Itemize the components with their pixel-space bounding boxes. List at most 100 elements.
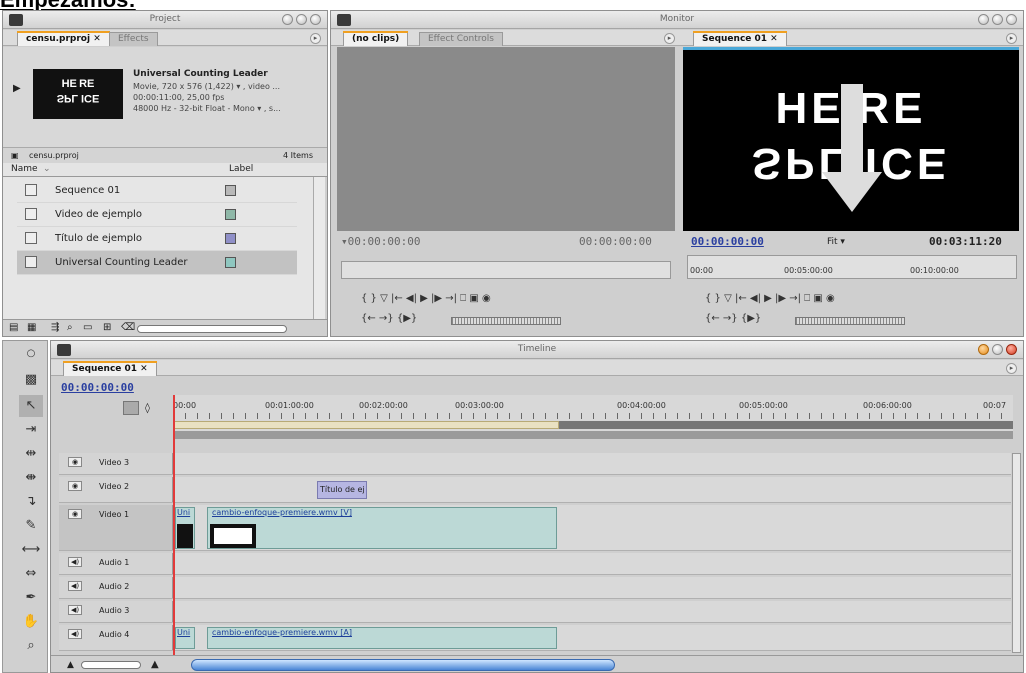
- leader-clip[interactable]: Uni: [175, 507, 195, 549]
- timeline-footer: ▲ ▲: [51, 655, 1023, 672]
- col-label[interactable]: Label: [229, 164, 253, 174]
- fit-select[interactable]: Fit ▾: [827, 237, 845, 247]
- eye-icon[interactable]: ◉: [68, 481, 82, 491]
- tab-source[interactable]: (no clips): [343, 31, 409, 46]
- automate-icon[interactable]: ⇶: [51, 322, 59, 333]
- timeline-timecode[interactable]: 00:00:00:00: [61, 381, 134, 394]
- tools-panel: ○ ▩ ↖ ⇥ ⇹ ⇼ ↴ ✎ ⟷ ⇔ ✒ ✋ ⌕: [2, 340, 48, 673]
- zoom-button[interactable]: [992, 14, 1003, 25]
- marker-icon[interactable]: ◊: [145, 403, 150, 414]
- source-menu-button[interactable]: ▸: [664, 33, 675, 44]
- panel-menu-button[interactable]: ▸: [310, 33, 321, 44]
- program-transport[interactable]: { } ▽ |← ◀| ▶ |▶ →| ⎕ ▣ ◉: [705, 293, 835, 304]
- program-scrub-bar[interactable]: 00:00 00:05:00:00 00:10:00:00: [687, 255, 1017, 279]
- timeline-menu-button[interactable]: ▸: [1006, 363, 1017, 374]
- bin-name: censu.prproj: [29, 151, 79, 160]
- close-button[interactable]: [1006, 344, 1017, 355]
- label-swatch: [225, 209, 236, 220]
- program-menu-button[interactable]: ▸: [1006, 33, 1017, 44]
- program-timecode[interactable]: 00:00:00:00: [691, 235, 764, 248]
- playhead[interactable]: [173, 395, 175, 657]
- program-transport-2[interactable]: {← →} {▶}: [705, 313, 761, 324]
- arrow-icon: [841, 84, 863, 174]
- eye-icon[interactable]: ◉: [68, 509, 82, 519]
- razor-icon[interactable]: ✎: [19, 515, 43, 537]
- track-select-icon[interactable]: ⇥: [19, 419, 43, 441]
- page-heading: Empezamos:: [0, 0, 330, 10]
- source-scrub-bar[interactable]: [341, 261, 671, 279]
- source-transport[interactable]: { } ▽ |← ◀| ▶ |▶ →| ⎕ ▣ ◉: [361, 293, 491, 304]
- clip-meta-2: 00:00:11:00, 25,00 fps: [133, 93, 225, 102]
- track-video-3: ◉ Video 3: [59, 453, 1011, 475]
- delete-icon[interactable]: ⌫: [121, 322, 135, 333]
- zoom-button[interactable]: [992, 344, 1003, 355]
- rate-stretch-icon[interactable]: ↴: [19, 491, 43, 513]
- ruler-ticks: [173, 413, 1013, 419]
- zoom-slider[interactable]: [137, 325, 287, 333]
- source-duration: 00:00:00:00: [579, 235, 652, 248]
- tools-close-icon[interactable]: ○: [19, 343, 43, 365]
- list-view-icon[interactable]: ▤: [9, 322, 18, 333]
- speaker-icon[interactable]: ◀): [68, 629, 82, 639]
- new-item-icon[interactable]: ⊞: [103, 322, 111, 333]
- snap-icon[interactable]: [123, 401, 139, 415]
- find-icon[interactable]: ⌕: [67, 322, 73, 333]
- rolling-edit-icon[interactable]: ⇼: [19, 467, 43, 489]
- slide-icon[interactable]: ⇔: [19, 563, 43, 585]
- time-ruler[interactable]: 00:00 00:01:00:00 00:02:00:00 00:03:00:0…: [173, 395, 1013, 439]
- close-button[interactable]: [310, 14, 321, 25]
- list-item[interactable]: Universal Counting Leader: [17, 251, 297, 275]
- list-item[interactable]: Sequence 01: [17, 179, 297, 203]
- monitor-title: Monitor: [659, 14, 695, 24]
- program-jog[interactable]: [795, 317, 905, 325]
- tab-effect-controls[interactable]: Effect Controls: [419, 32, 503, 46]
- clip-meta-1: Movie, 720 x 576 (1,422) ▾ , video ...: [133, 82, 281, 91]
- slip-icon[interactable]: ⟷: [19, 539, 43, 561]
- project-panel: Project censu.prproj ✕ Effects ▸ ▶ HE RE…: [2, 10, 328, 337]
- close-button[interactable]: [1006, 14, 1017, 25]
- list-scrollbar[interactable]: [313, 177, 325, 319]
- render-bar: [559, 421, 1013, 429]
- selection-tool-icon[interactable]: ↖: [19, 395, 43, 417]
- source-transport-2[interactable]: {← →} {▶}: [361, 313, 417, 324]
- tab-sequence[interactable]: Sequence 01 ✕: [693, 31, 787, 46]
- leader-audio-clip[interactable]: Uni: [175, 627, 195, 649]
- bin-icon: ▣: [11, 151, 19, 160]
- new-bin-icon[interactable]: ▭: [83, 322, 92, 333]
- play-icon[interactable]: ▶: [13, 83, 21, 94]
- zoom-button[interactable]: [296, 14, 307, 25]
- film-icon: [25, 256, 37, 268]
- title-clip[interactable]: Título de ej: [317, 481, 367, 499]
- hand-icon[interactable]: ✋: [19, 611, 43, 633]
- speaker-icon[interactable]: ◀): [68, 605, 82, 615]
- window-buttons: [282, 14, 321, 25]
- ripple-edit-icon[interactable]: ⇹: [19, 443, 43, 465]
- vertical-scrollbar[interactable]: [1012, 453, 1021, 653]
- pen-icon[interactable]: ✒: [19, 587, 43, 609]
- zoom-out-icon[interactable]: ▲: [67, 660, 74, 670]
- eye-icon[interactable]: ◉: [68, 457, 82, 467]
- video-clip[interactable]: cambio-enfoque-premiere.wmv [V]: [207, 507, 557, 549]
- minimize-button[interactable]: [282, 14, 293, 25]
- minimize-button[interactable]: [978, 344, 989, 355]
- zoom-in-icon[interactable]: ▲: [151, 659, 159, 670]
- col-name[interactable]: Name: [11, 164, 38, 174]
- source-timecode[interactable]: ▾00:00:00:00: [341, 235, 420, 248]
- icon-view-icon[interactable]: ▦: [27, 322, 36, 333]
- zoom-tool-icon[interactable]: ⌕: [19, 635, 43, 657]
- timeline-zoom-slider[interactable]: [81, 661, 141, 669]
- list-item[interactable]: Video de ejemplo: [17, 203, 297, 227]
- program-tabstrip: Sequence 01 ✕ ▸: [681, 30, 1023, 46]
- speaker-icon[interactable]: ◀): [68, 557, 82, 567]
- minimize-button[interactable]: [978, 14, 989, 25]
- audio-clip[interactable]: cambio-enfoque-premiere.wmv [A]: [207, 627, 557, 649]
- source-jog[interactable]: [451, 317, 561, 325]
- tab-effects[interactable]: Effects: [109, 32, 158, 46]
- horizontal-scrollbar[interactable]: [191, 659, 615, 671]
- list-item[interactable]: Título de ejemplo: [17, 227, 297, 251]
- work-area-bar[interactable]: [173, 421, 559, 429]
- tab-sequence-01[interactable]: Sequence 01 ✕: [63, 361, 157, 376]
- sequence-icon: [25, 184, 37, 196]
- tab-project[interactable]: censu.prproj ✕: [17, 31, 110, 46]
- speaker-icon[interactable]: ◀): [68, 581, 82, 591]
